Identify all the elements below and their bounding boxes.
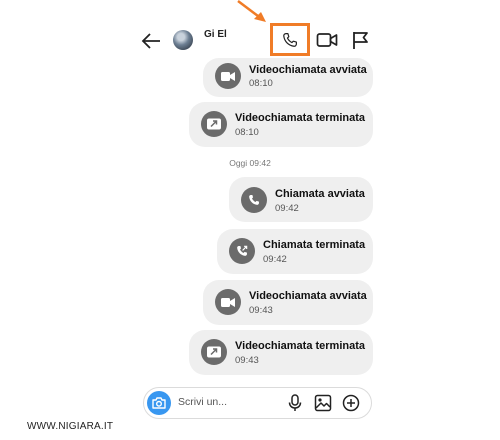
message-time: 09:43	[235, 355, 259, 366]
message-title: Chiamata avviata	[275, 188, 365, 200]
message-title: Videochiamata avviata	[249, 290, 367, 302]
message-bubble[interactable]: Videochiamata avviata 08:10	[203, 58, 373, 97]
message-title: Videochiamata terminata	[235, 112, 366, 124]
message-time: 09:43	[249, 305, 273, 316]
message-bubble[interactable]: Chiamata terminata 09:42	[217, 229, 373, 274]
annotation-arrow-icon	[237, 0, 266, 22]
video-ended-icon	[201, 111, 227, 137]
camera-button[interactable]	[147, 391, 171, 415]
avatar[interactable]	[173, 30, 193, 50]
message-time: 09:42	[275, 203, 299, 214]
back-arrow-icon[interactable]	[138, 29, 164, 53]
flag-icon[interactable]	[350, 30, 370, 50]
microphone-icon[interactable]	[287, 394, 303, 412]
message-title: Videochiamata terminata	[235, 340, 366, 352]
message-time: 09:42	[263, 254, 287, 265]
phone-ended-icon	[229, 238, 255, 264]
gallery-icon[interactable]	[314, 394, 332, 412]
message-time: 08:10	[235, 127, 259, 138]
camera-icon	[152, 397, 166, 409]
add-circle-icon[interactable]	[342, 394, 360, 412]
watermark: WWW.NIGIARA.IT	[27, 421, 114, 432]
message-title: Chiamata terminata	[263, 239, 366, 251]
call-button[interactable]	[270, 23, 310, 56]
message-bubble[interactable]: Videochiamata avviata 09:43	[203, 280, 373, 325]
phone-icon	[241, 187, 267, 213]
message-bubble[interactable]: Videochiamata terminata 09:43	[189, 330, 373, 375]
video-camera-icon	[215, 289, 241, 315]
video-camera-icon	[215, 63, 241, 89]
conversation-timestamp: Oggi 09:42	[229, 158, 271, 168]
message-time: 08:10	[249, 78, 273, 89]
phone-icon	[283, 32, 297, 47]
video-ended-icon	[201, 339, 227, 365]
video-camera-icon[interactable]	[316, 31, 338, 49]
message-bubble[interactable]: Chiamata avviata 09:42	[229, 177, 373, 222]
contact-name[interactable]: Gi El	[204, 29, 227, 40]
message-bubble[interactable]: Videochiamata terminata 08:10	[189, 102, 373, 147]
message-input[interactable]	[178, 392, 274, 412]
message-title: Videochiamata avviata	[249, 64, 367, 76]
